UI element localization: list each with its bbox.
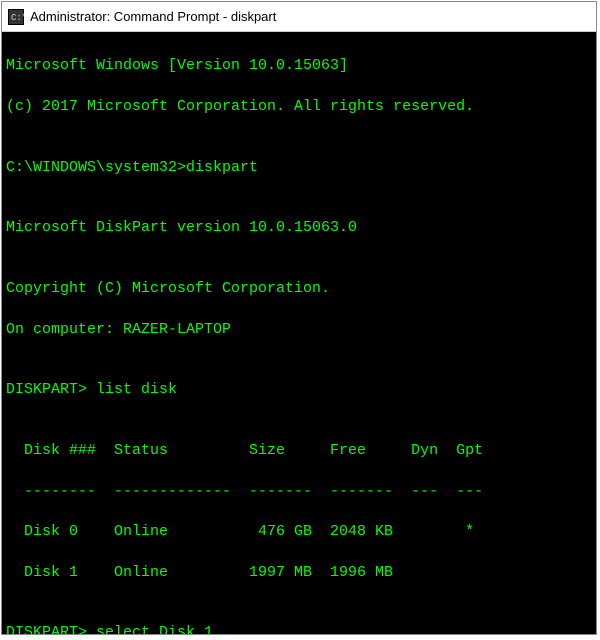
diskpart-prompt: DISKPART> [6,381,96,398]
output-line: Microsoft DiskPart version 10.0.15063.0 [6,218,592,238]
table-divider: -------- ------------- ------- ------- -… [6,482,592,502]
output-line: DISKPART> list disk [6,380,592,400]
output-line: C:\WINDOWS\system32>diskpart [6,158,592,178]
output-line: On computer: RAZER-LAPTOP [6,320,592,340]
output-line: (c) 2017 Microsoft Corporation. All righ… [6,97,592,117]
command: list disk [96,381,177,398]
table-header: Disk ### Status Size Free Dyn Gpt [6,441,592,461]
prompt: C:\WINDOWS\system32> [6,159,186,176]
window-title: Administrator: Command Prompt - diskpart [30,9,276,24]
output-line: Copyright (C) Microsoft Corporation. [6,279,592,299]
output-line: DISKPART> select Disk 1 [6,623,592,634]
command: select Disk 1 [96,624,213,634]
diskpart-prompt: DISKPART> [6,624,96,634]
cmd-icon: C:\ [8,9,24,25]
console-output[interactable]: Microsoft Windows [Version 10.0.15063] (… [2,32,596,634]
command-prompt-window: C:\ Administrator: Command Prompt - disk… [1,1,597,635]
svg-text:C:\: C:\ [11,13,24,23]
output-line: Microsoft Windows [Version 10.0.15063] [6,56,592,76]
titlebar[interactable]: C:\ Administrator: Command Prompt - disk… [2,2,596,32]
table-row: Disk 0 Online 476 GB 2048 KB * [6,522,592,542]
table-row: Disk 1 Online 1997 MB 1996 MB [6,563,592,583]
command: diskpart [186,159,258,176]
